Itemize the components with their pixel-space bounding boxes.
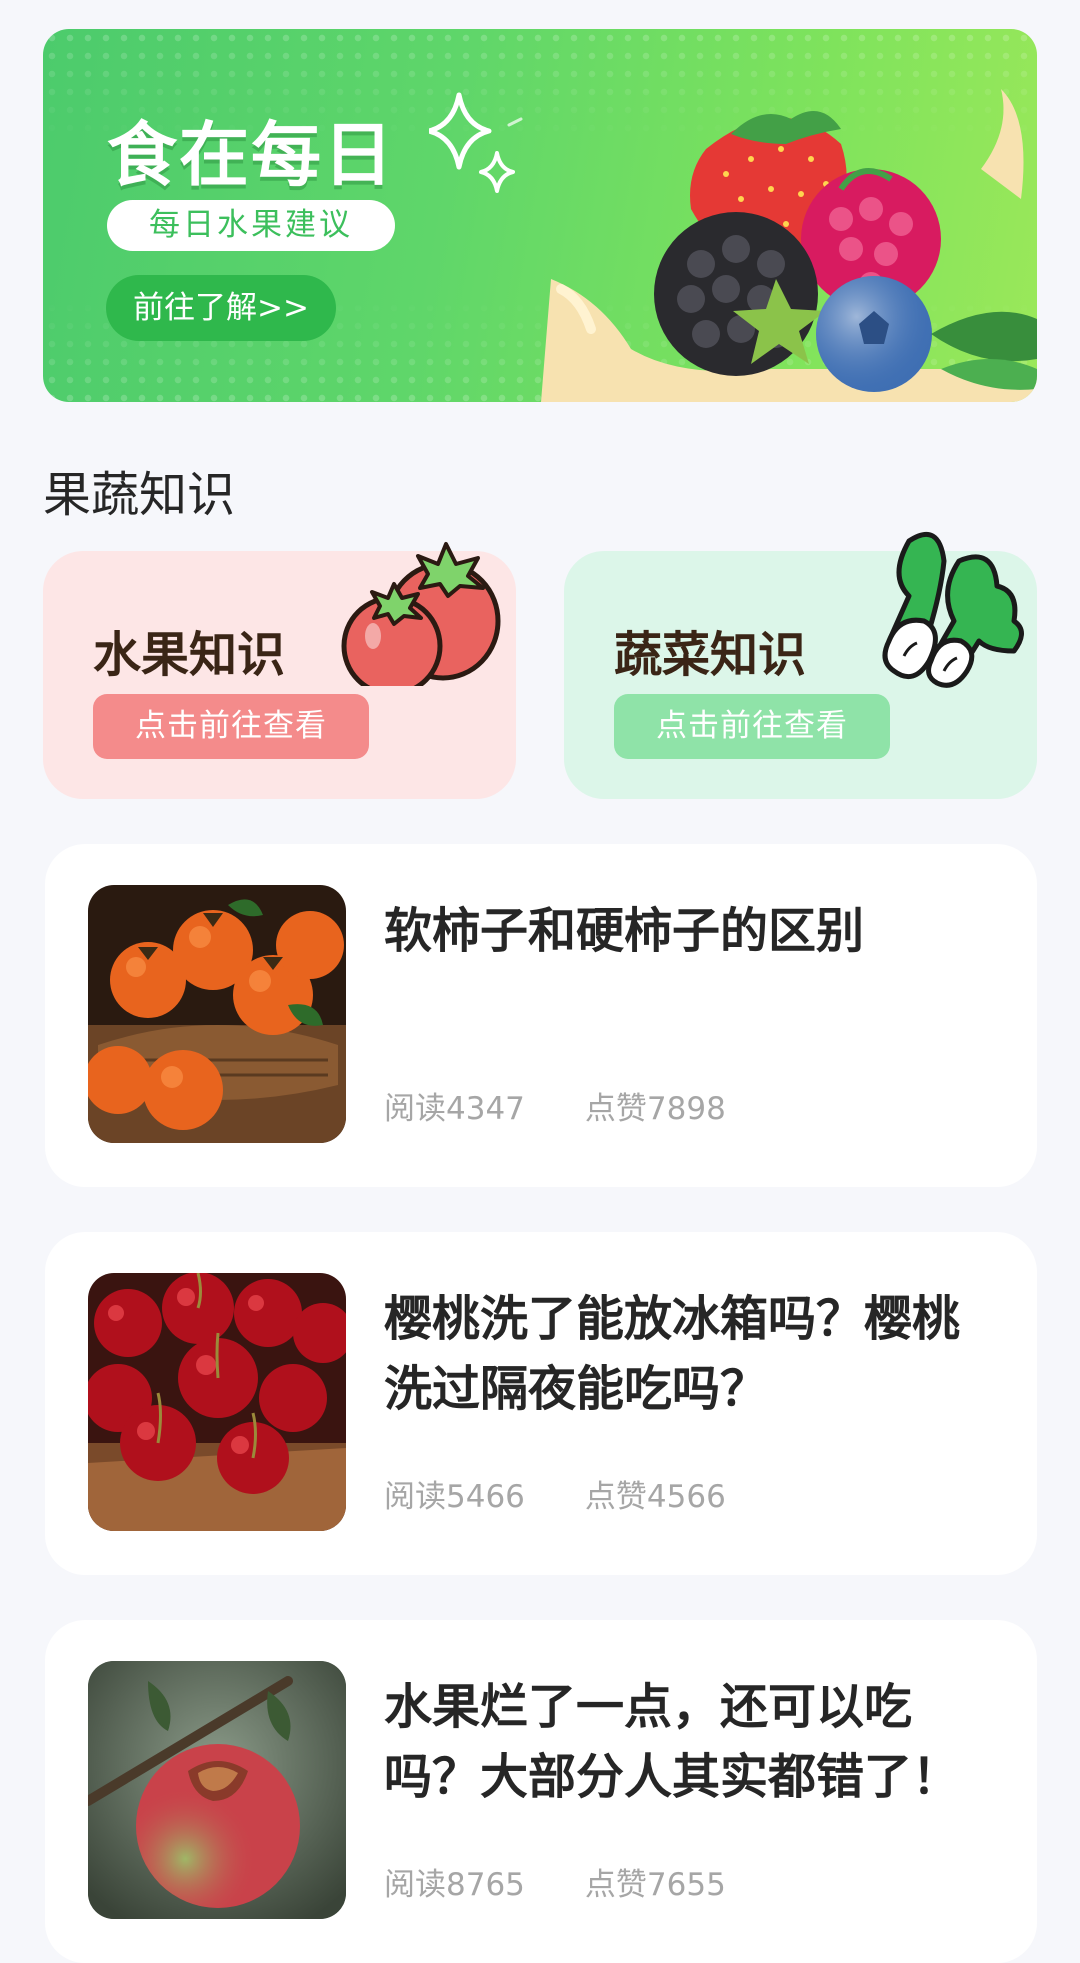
read-count: 阅读4347 [384,1091,525,1127]
cherry-image [88,1273,346,1531]
berries-illustration [541,89,1037,402]
article-meta: 阅读4347 点赞7898 [384,1083,726,1128]
like-count: 点赞7898 [584,1091,726,1127]
banner-learn-more-button[interactable]: 前往了解>> [106,275,336,341]
apple-image [88,1661,346,1919]
banner-title: 食在每日 [107,114,395,196]
banner-subtitle-pill: 每日水果建议 [107,200,395,251]
like-count: 点赞7655 [584,1867,726,1903]
fruit-knowledge-card[interactable]: 水果知识 点击前往查看 [43,542,516,799]
vegetable-knowledge-button[interactable]: 点击前往查看 [614,694,890,759]
article-card[interactable]: 水果烂了一点，还可以吃吗？大部分人其实都错了！ 阅读8765 点赞7655 [45,1620,1037,1963]
article-card[interactable]: 樱桃洗了能放冰箱吗？樱桃洗过隔夜能吃吗？ 阅读5466 点赞4566 [45,1232,1037,1575]
fruit-knowledge-label: 水果知识 [93,627,286,683]
like-count: 点赞4566 [584,1479,726,1515]
vegetable-knowledge-card[interactable]: 蔬菜知识 点击前往查看 [564,531,1037,799]
section-title: 果蔬知识 [43,467,236,523]
fruit-knowledge-button[interactable]: 点击前往查看 [93,694,369,759]
article-meta: 阅读5466 点赞4566 [384,1471,726,1516]
bok-choy-icon [882,531,1024,688]
article-meta: 阅读8765 点赞7655 [384,1859,726,1904]
rotten-apple-thumbnail [88,1661,346,1919]
article-title: 水果烂了一点，还可以吃吗？大部分人其实都错了！ [384,1679,961,1805]
vegetable-knowledge-label: 蔬菜知识 [614,627,807,683]
tomato-icon [341,542,501,686]
article-title: 软柿子和硬柿子的区别 [384,903,865,959]
persimmon-image [88,885,346,1143]
read-count: 阅读5466 [384,1479,525,1515]
promo-banner[interactable]: 食在每日 每日水果建议 前往了解>> [43,29,1037,402]
cherry-thumbnail [88,1273,346,1531]
sparkle-icon [429,92,523,193]
article-title: 樱桃洗了能放冰箱吗？樱桃洗过隔夜能吃吗？ [384,1291,961,1417]
persimmon-thumbnail [88,885,346,1143]
read-count: 阅读8765 [384,1867,525,1903]
article-card[interactable]: 软柿子和硬柿子的区别 阅读4347 点赞7898 [45,844,1037,1187]
